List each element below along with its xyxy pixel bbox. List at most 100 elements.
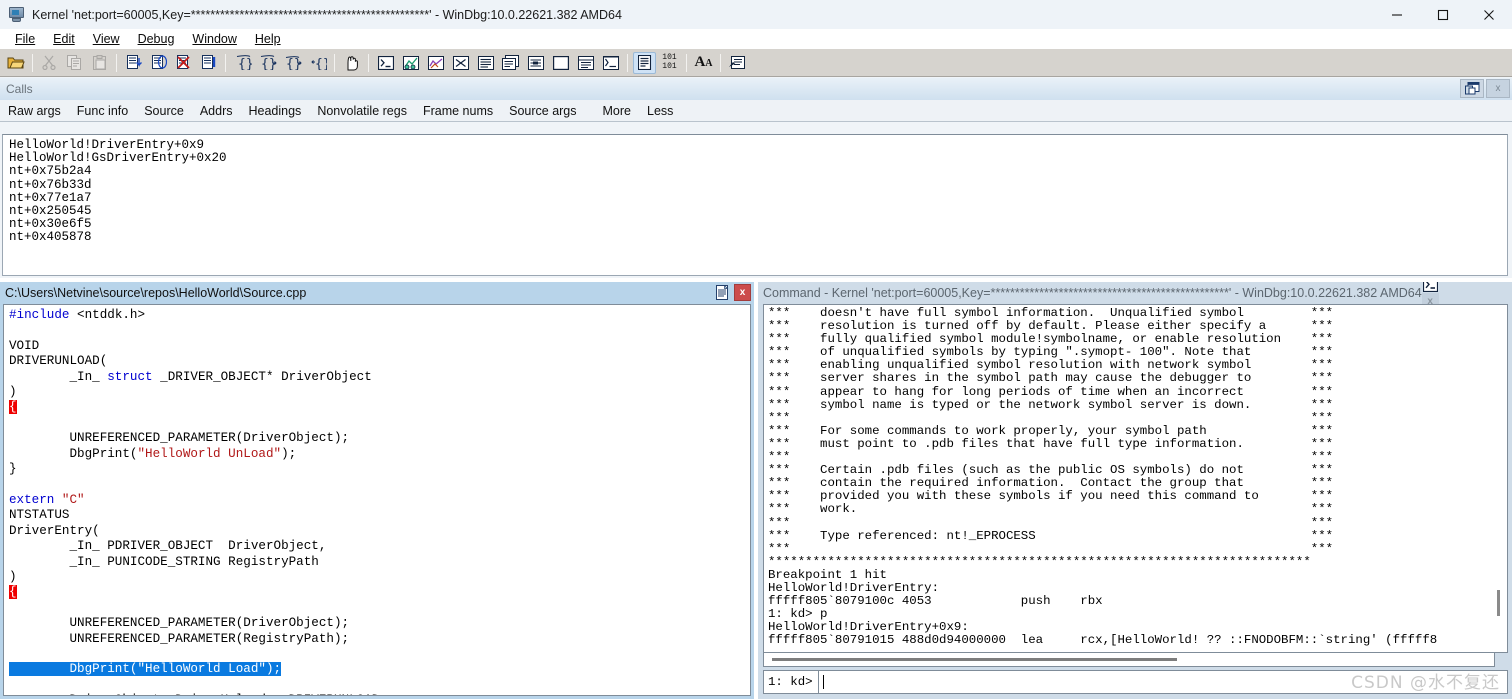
registers-window-icon[interactable] (449, 52, 472, 74)
toolbar-separator (32, 53, 33, 72)
close-brace-icon[interactable]: {} (256, 52, 279, 74)
code-line[interactable]: UNREFERENCED_PARAMETER(DriverObject); (9, 616, 750, 631)
code-line[interactable]: DriverEntry( (9, 524, 750, 539)
code-line[interactable]: _In_ PUNICODE_STRING RegistryPath (9, 555, 750, 570)
code-line[interactable]: NTSTATUS (9, 508, 750, 523)
command-browser-icon[interactable] (599, 52, 622, 74)
processes-threads-icon[interactable] (574, 52, 597, 74)
minimize-icon[interactable] (1374, 0, 1420, 29)
menu-help[interactable]: Help (246, 31, 290, 47)
code-line[interactable] (9, 647, 750, 662)
cut-icon[interactable] (38, 52, 61, 74)
open-file-icon[interactable] (4, 52, 27, 74)
document-icon[interactable] (714, 284, 731, 301)
locals-window-icon[interactable] (424, 52, 447, 74)
code-line[interactable] (9, 323, 750, 338)
command-hscroll-thumb[interactable] (772, 658, 1177, 661)
step-into-icon[interactable] (122, 52, 145, 74)
code-span: <ntddk.h> (69, 308, 146, 322)
source-window-icon[interactable] (633, 51, 656, 74)
command-window-close-icon[interactable]: x (1421, 293, 1439, 304)
code-line[interactable] (9, 601, 750, 616)
code-span: "HelloWorld UnLoad" (137, 446, 282, 461)
code-line[interactable]: } (9, 462, 750, 477)
command-window: Command - Kernel 'net:port=60005,Key=***… (758, 282, 1512, 699)
code-line[interactable]: { (9, 400, 750, 415)
calls-option-headings[interactable]: Headings (240, 104, 309, 118)
menu-edit-label: Edit (53, 32, 75, 46)
command-horizontal-scrollbar[interactable] (763, 653, 1495, 667)
command-prompt-icon[interactable] (1422, 282, 1439, 293)
break-hand-icon[interactable] (340, 52, 363, 74)
calls-option-nonvolatile-regs[interactable]: Nonvolatile regs (309, 104, 415, 118)
code-line[interactable]: DbgPrint("HelloWorld Load"); (9, 662, 750, 677)
code-line[interactable]: ) (9, 385, 750, 400)
window-controls (1374, 0, 1512, 29)
memory-window-icon[interactable] (474, 52, 497, 74)
code-span: extern (9, 492, 55, 507)
code-line[interactable]: DbgPrint("HelloWorld UnLoad"); (9, 447, 750, 462)
code-line[interactable] (9, 416, 750, 431)
menu-debug[interactable]: Debug (129, 31, 184, 47)
menu-edit[interactable]: Edit (44, 31, 84, 47)
calls-option-source-args[interactable]: Source args (501, 104, 584, 118)
close-icon[interactable] (1466, 0, 1512, 29)
code-line[interactable]: UNREFERENCED_PARAMETER(DriverObject); (9, 431, 750, 446)
menu-view[interactable]: View (84, 31, 129, 47)
code-line[interactable]: DriverObject->DriverUnload = DRIVERUNLOA… (9, 693, 750, 695)
code-span: NTSTATUS (9, 508, 70, 523)
code-line[interactable]: _In_ PDRIVER_OBJECT DriverObject, (9, 539, 750, 554)
calls-option-source[interactable]: Source (136, 104, 192, 118)
code-line[interactable]: extern "C" (9, 493, 750, 508)
code-line[interactable]: DRIVERUNLOAD( (9, 354, 750, 369)
copy-icon[interactable] (63, 52, 86, 74)
open-brace-icon[interactable]: {} (231, 52, 254, 74)
code-line[interactable] (9, 678, 750, 693)
restore-window-icon[interactable] (1460, 79, 1484, 98)
breakpoint-marker: { (9, 400, 17, 415)
calls-stack-list[interactable]: HelloWorld!DriverEntry+0x9 HelloWorld!Gs… (2, 134, 1508, 276)
step-out-icon[interactable] (172, 52, 195, 74)
code-line[interactable]: VOID (9, 339, 750, 354)
calls-pane-close-icon[interactable]: x (1486, 79, 1510, 98)
source-window-close-icon[interactable]: x (734, 284, 751, 301)
binary-numbers-icon[interactable]: 101 101 (658, 52, 681, 74)
code-span (54, 493, 62, 507)
code-line[interactable]: { (9, 585, 750, 600)
code-span: _In_ PUNICODE_STRING RegistryPath (9, 554, 319, 569)
font-icon[interactable]: AA (692, 52, 715, 74)
code-line[interactable]: ) (9, 570, 750, 585)
paste-icon[interactable] (88, 52, 111, 74)
maximize-icon[interactable] (1420, 0, 1466, 29)
calls-option-frame-nums[interactable]: Frame nums (415, 104, 501, 118)
command-window-caption[interactable]: Command - Kernel 'net:port=60005,Key=***… (758, 282, 1512, 304)
watch-window-icon[interactable] (399, 52, 422, 74)
command-window-icon[interactable] (374, 52, 397, 74)
command-output-view[interactable]: *** doesn't have full symbol information… (763, 304, 1508, 653)
calls-option-more[interactable]: More (595, 104, 639, 118)
calls-option-func-info[interactable]: Func info (69, 104, 136, 118)
calls-stack-text: HelloWorld!DriverEntry+0x9 HelloWorld!Gs… (9, 138, 227, 245)
code-line[interactable] (9, 477, 750, 492)
scratch-pad-icon[interactable] (549, 52, 572, 74)
calls-option-addrs[interactable]: Addrs (192, 104, 241, 118)
command-vertical-scrollbar[interactable] (1497, 590, 1500, 616)
code-line[interactable]: #include <ntddk.h> (9, 308, 750, 323)
menu-window[interactable]: Window (183, 31, 245, 47)
options-icon[interactable] (726, 52, 749, 74)
code-line[interactable]: UNREFERENCED_PARAMETER(RegistryPath); (9, 632, 750, 647)
source-code-view[interactable]: #include <ntddk.h> VOID DRIVERUNLOAD( _In… (3, 304, 751, 696)
step-over-icon[interactable] (147, 52, 170, 74)
brace-jump-icon[interactable]: {} (306, 52, 329, 74)
window-titlebar: Kernel 'net:port=60005,Key=*************… (0, 0, 1512, 29)
run-to-cursor-icon[interactable] (197, 52, 220, 74)
disassembly-window-icon[interactable] (524, 52, 547, 74)
command-input[interactable] (819, 670, 1508, 694)
source-window-caption[interactable]: C:\Users\Netvine\source\repos\HelloWorld… (0, 282, 754, 304)
calls-window-icon[interactable] (499, 52, 522, 74)
code-line[interactable]: _In_ struct _DRIVER_OBJECT* DriverObject (9, 370, 750, 385)
calls-option-less[interactable]: Less (639, 104, 681, 118)
menu-file[interactable]: File (6, 31, 44, 47)
brace-pair-icon[interactable]: {} (281, 52, 304, 74)
calls-option-raw-args[interactable]: Raw args (0, 104, 69, 118)
